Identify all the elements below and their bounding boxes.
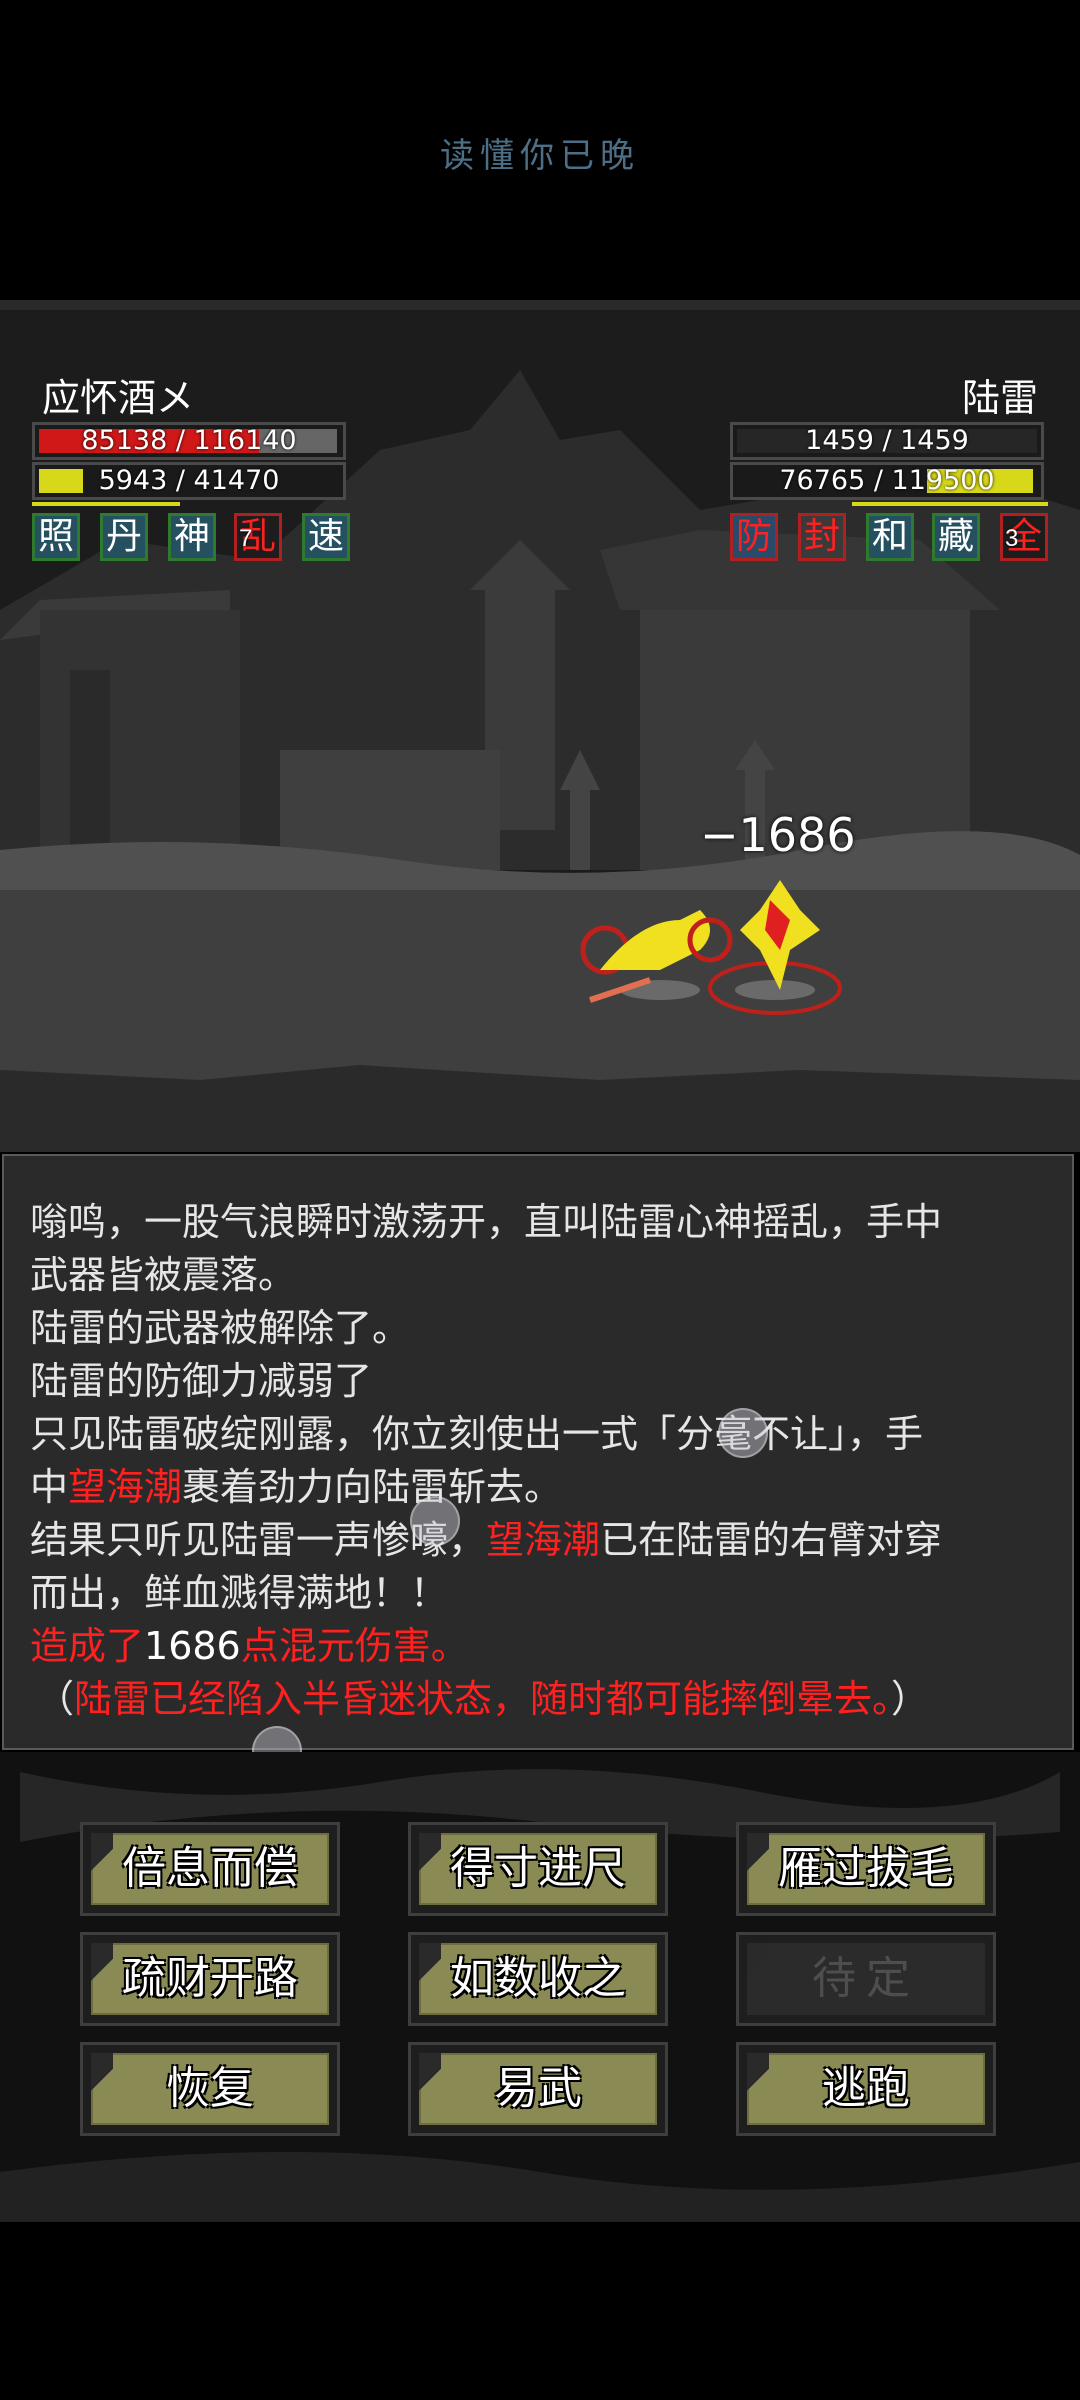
log-status-text: 陆雷已经陷入半昏迷状态，随时都可能摔倒晕去。 <box>74 1677 892 1721</box>
header-divider <box>0 300 1080 310</box>
enemy-hp-text: 1459 / 1459 <box>805 425 969 456</box>
log-text: 而出，鲜血溅得满地！！ <box>30 1571 449 1615</box>
enemy-hp-bar: 1459 / 1459 <box>730 422 1044 460</box>
header-title: 读懂你已晚 <box>440 136 640 176</box>
player-mp-bar: 5943 / 41470 <box>32 462 346 500</box>
battle-scene: 应怀酒メ 85138 / 116140 5943 / 41470 照 丹 神 乱… <box>0 310 1080 1152</box>
skill-button-decun[interactable]: 得寸进尺 <box>408 1822 668 1916</box>
log-text: 造成了 <box>30 1624 145 1668</box>
enemy-sub-gauge <box>852 502 1048 506</box>
log-line: 而出，鲜血溅得满地！！ <box>30 1567 1048 1620</box>
log-line: 嗡鸣，一股气浪瞬时激荡开，直叫陆雷心神摇乱，手中 <box>30 1196 1048 1249</box>
enemy-status-quan[interactable]: 全3 <box>1000 513 1048 561</box>
status-count: 3 <box>1005 525 1019 552</box>
player-status-su[interactable]: 速 <box>302 513 350 561</box>
button-label: 倍息而偿 <box>122 1843 298 1894</box>
log-text: （ <box>36 1677 75 1721</box>
button-label: 得寸进尺 <box>450 1843 626 1894</box>
status-label: 照 <box>37 516 74 557</box>
log-text: 点混元伤害。 <box>240 1624 469 1668</box>
log-line: 武器皆被震落。 <box>30 1249 1048 1302</box>
skill-button-beixi[interactable]: 倍息而偿 <box>80 1822 340 1916</box>
skill-button-pending: 待定 <box>736 1932 996 2026</box>
log-text: 陆雷的防御力减弱了 <box>30 1359 373 1403</box>
player-status-shen[interactable]: 神 <box>168 513 216 561</box>
status-label: 防 <box>735 516 772 557</box>
log-damage-value: 1686 <box>144 1624 241 1668</box>
button-label: 如数收之 <box>450 1953 626 2004</box>
button-label: 逃跑 <box>822 2063 910 2114</box>
battle-log[interactable]: 嗡鸣，一股气浪瞬时激荡开，直叫陆雷心神摇乱，手中 武器皆被震落。 陆雷的武器被解… <box>2 1154 1074 1750</box>
log-line: 中望海潮裹着劲力向陆雷斩去。 <box>30 1461 1048 1514</box>
button-label: 易武 <box>494 2063 582 2114</box>
recover-button[interactable]: 恢复 <box>80 2042 340 2136</box>
log-line: 结果只听见陆雷一声惨嚎，望海潮已在陆雷的右臂对穿 <box>30 1514 1048 1567</box>
button-label: 恢复 <box>166 2063 254 2114</box>
player-hp-bar: 85138 / 116140 <box>32 422 346 460</box>
log-text: 中 <box>30 1465 69 1509</box>
player-status-dan[interactable]: 丹 <box>100 513 148 561</box>
enemy-status-fang[interactable]: 防 <box>730 513 778 561</box>
log-line: （陆雷已经陷入半昏迷状态，随时都可能摔倒晕去。） <box>30 1673 1048 1726</box>
damage-popup: −1686 <box>700 808 856 862</box>
status-label: 速 <box>307 516 344 557</box>
skill-button-shucai[interactable]: 疏财开路 <box>80 1932 340 2026</box>
switch-weapon-button[interactable]: 易武 <box>408 2042 668 2136</box>
log-line: 只见陆雷破绽刚露，你立刻使出一式「分毫不让」，手 <box>30 1408 1048 1461</box>
log-weapon-name: 望海潮 <box>68 1465 183 1509</box>
enemy-status-he[interactable]: 和 <box>866 513 914 561</box>
player-sub-gauge <box>32 502 180 506</box>
log-text: 武器皆被震落。 <box>30 1253 297 1297</box>
button-label: 待定 <box>812 1953 920 2004</box>
enemy-status-cang[interactable]: 藏 <box>932 513 980 561</box>
log-text: 只见陆雷破绽刚露，你立刻使出一式「分毫不让」，手 <box>30 1412 924 1456</box>
button-label: 疏财开路 <box>122 1953 298 2004</box>
player-status-luan[interactable]: 乱7 <box>234 513 282 561</box>
enemy-mp-text: 76765 / 119500 <box>779 465 995 496</box>
enemy-mp-bar: 76765 / 119500 <box>730 462 1044 500</box>
action-panel: 倍息而偿 得寸进尺 雁过拔毛 疏财开路 如数收之 待定 恢复 易武 逃跑 <box>0 1752 1080 2222</box>
log-text: 裹着劲力向陆雷斩去。 <box>182 1465 563 1509</box>
enemy-name: 陆雷 <box>961 376 1038 420</box>
skill-button-yanguo[interactable]: 雁过拔毛 <box>736 1822 996 1916</box>
status-label: 丹 <box>105 516 142 557</box>
log-text: 陆雷的武器被解除了。 <box>30 1306 411 1350</box>
touch-indicator <box>410 1496 460 1546</box>
player-status-zhao[interactable]: 照 <box>32 513 80 561</box>
status-label: 藏 <box>937 516 974 557</box>
player-hp-text: 85138 / 116140 <box>81 425 297 456</box>
status-label: 封 <box>803 516 840 557</box>
status-label: 和 <box>871 516 908 557</box>
flee-button[interactable]: 逃跑 <box>736 2042 996 2136</box>
log-text: 嗡鸣，一股气浪瞬时激荡开，直叫陆雷心神摇乱，手中 <box>30 1200 943 1244</box>
player-mp-text: 5943 / 41470 <box>98 465 280 496</box>
player-name: 应怀酒メ <box>42 376 195 420</box>
skill-button-rushu[interactable]: 如数收之 <box>408 1932 668 2026</box>
log-text: 已在陆雷的右臂对穿 <box>600 1518 943 1562</box>
log-text: ） <box>891 1677 930 1721</box>
status-count: 7 <box>239 525 253 552</box>
status-label: 神 <box>173 516 210 557</box>
enemy-status-feng[interactable]: 封 <box>798 513 846 561</box>
battle-log-text: 嗡鸣，一股气浪瞬时激荡开，直叫陆雷心神摇乱，手中 武器皆被震落。 陆雷的武器被解… <box>30 1196 1048 1726</box>
log-line: 陆雷的武器被解除了。 <box>30 1302 1048 1355</box>
button-label: 雁过拔毛 <box>778 1843 954 1894</box>
log-line: 陆雷的防御力减弱了 <box>30 1355 1048 1408</box>
log-weapon-name: 望海潮 <box>486 1518 601 1562</box>
touch-indicator <box>718 1408 768 1458</box>
log-line: 造成了1686点混元伤害。 <box>30 1620 1048 1673</box>
